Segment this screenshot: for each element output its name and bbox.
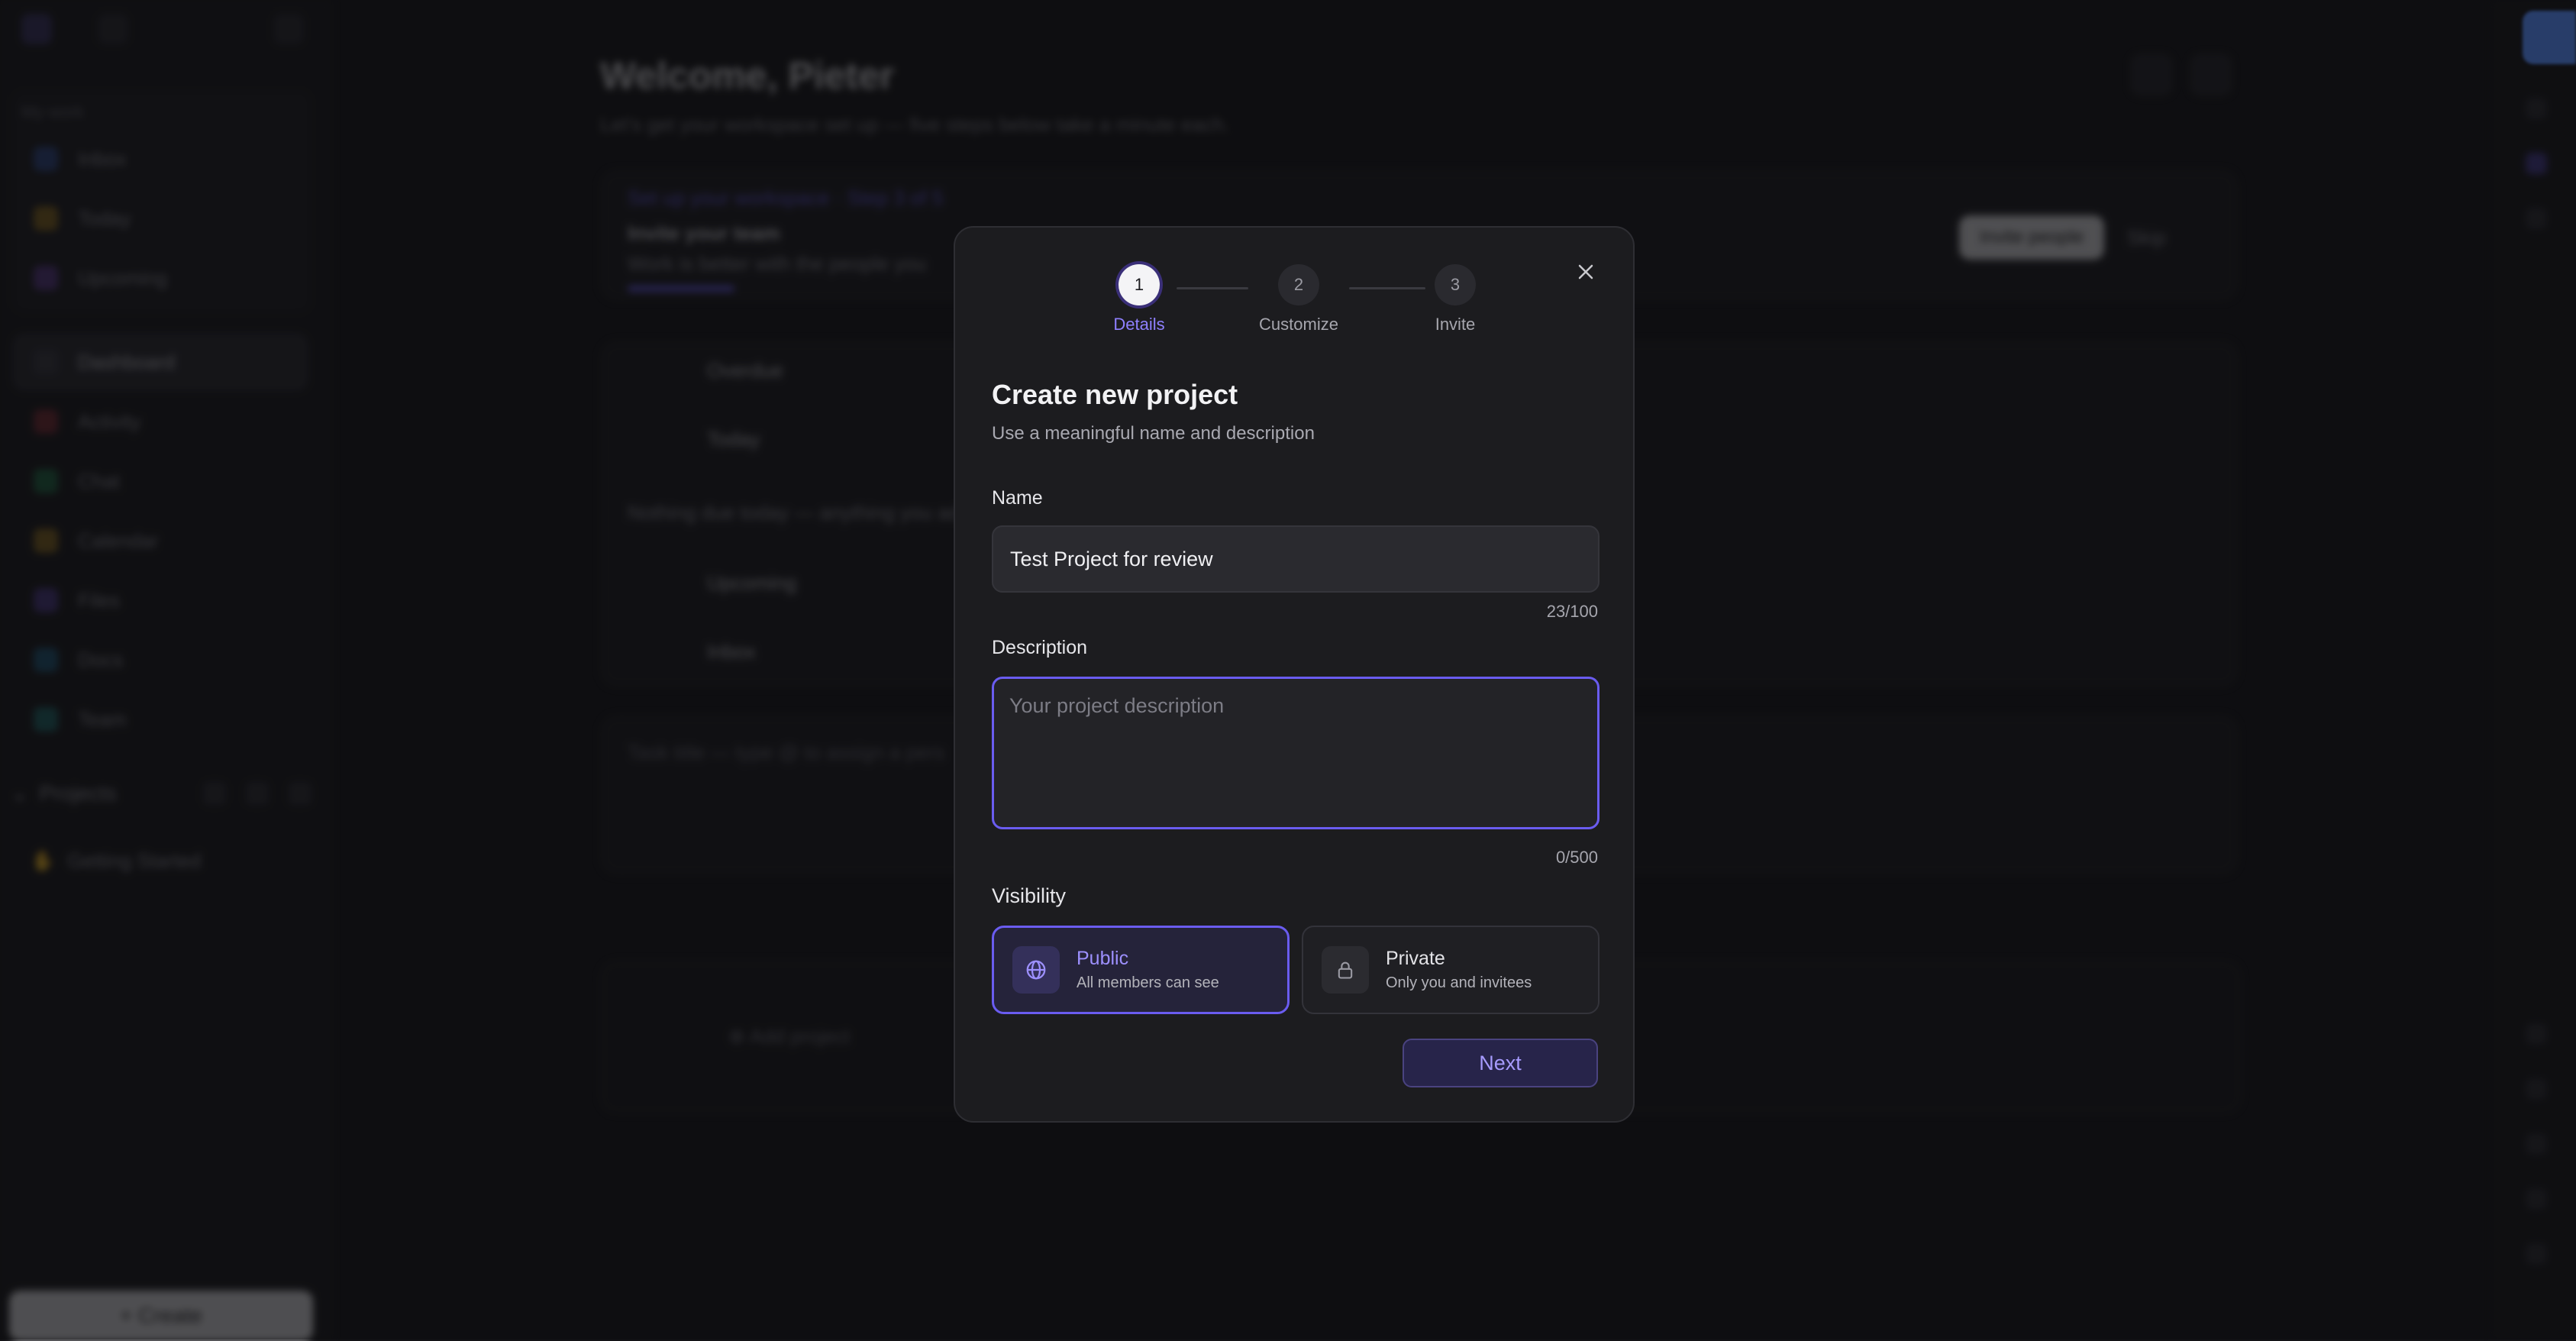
step-number: 1 bbox=[1119, 264, 1160, 305]
description-input[interactable] bbox=[992, 677, 1600, 829]
visibility-option-text: Public All members can see bbox=[1077, 948, 1219, 992]
visibility-option-private[interactable]: Private Only you and invitees bbox=[1302, 926, 1600, 1014]
create-project-dialog: 1 Details 2 Customize 3 Invite Create ne… bbox=[954, 226, 1635, 1123]
step-number: 2 bbox=[1278, 264, 1319, 305]
description-label: Description bbox=[992, 637, 1088, 658]
step-customize[interactable]: 2 Customize bbox=[1238, 264, 1360, 334]
visibility-option-title: Private bbox=[1386, 948, 1445, 969]
visibility-option-desc: Only you and invitees bbox=[1386, 974, 1532, 991]
visibility-label: Visibility bbox=[992, 884, 1067, 907]
lock-icon bbox=[1322, 946, 1369, 994]
step-number: 3 bbox=[1435, 264, 1476, 305]
name-counter: 23/100 bbox=[1546, 602, 1598, 621]
next-button[interactable]: Next bbox=[1403, 1039, 1598, 1087]
step-label: Customize bbox=[1259, 315, 1338, 334]
visibility-option-desc: All members can see bbox=[1077, 974, 1219, 991]
name-input[interactable] bbox=[992, 525, 1600, 593]
visibility-option-title: Public bbox=[1077, 948, 1129, 969]
description-counter: 0/500 bbox=[1555, 848, 1598, 867]
step-details[interactable]: 1 Details bbox=[1078, 264, 1200, 334]
step-label: Invite bbox=[1435, 315, 1476, 334]
dialog-subtitle: Use a meaningful name and description bbox=[992, 423, 1315, 444]
globe-icon bbox=[1012, 946, 1060, 994]
step-label: Details bbox=[1113, 315, 1165, 334]
step-invite[interactable]: 3 Invite bbox=[1394, 264, 1516, 334]
close-icon bbox=[1578, 264, 1593, 280]
name-label: Name bbox=[992, 487, 1043, 509]
visibility-option-text: Private Only you and invitees bbox=[1386, 948, 1532, 992]
close-button[interactable] bbox=[1569, 255, 1603, 289]
dialog-title: Create new project bbox=[992, 379, 1238, 410]
visibility-option-public[interactable]: Public All members can see bbox=[992, 926, 1290, 1014]
